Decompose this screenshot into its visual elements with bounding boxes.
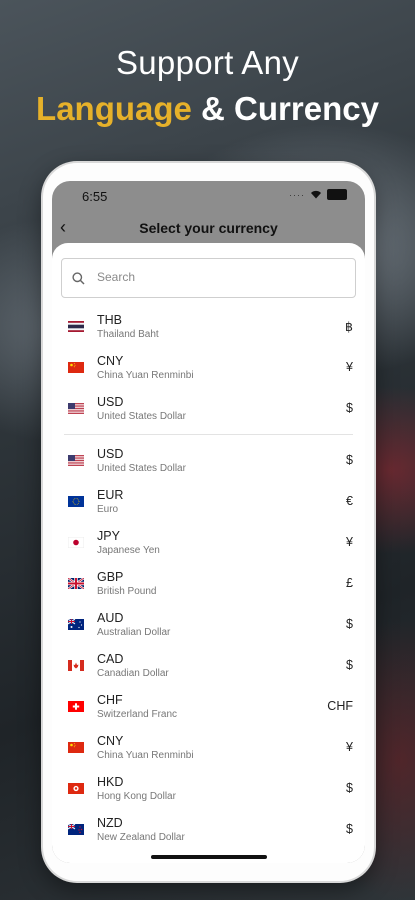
currency-row-thb[interactable]: THB Thailand Baht ฿ <box>52 307 365 347</box>
flag-nz-icon <box>68 824 84 835</box>
currency-code: CAD <box>97 652 124 666</box>
search-input[interactable] <box>95 269 319 285</box>
currency-symbol: $ <box>346 781 353 795</box>
currency-symbol: ¥ <box>346 535 353 549</box>
currency-row-eur[interactable]: EUR Euro € <box>52 482 365 522</box>
currency-row-nzd[interactable]: NZD New Zealand Dollar $ <box>52 810 365 850</box>
wifi-icon <box>311 190 321 199</box>
currency-code: USD <box>97 395 124 409</box>
currency-symbol: £ <box>346 576 353 590</box>
phone-frame: 6:55 ···· ‹ Select your currency THB Thai… <box>43 163 374 881</box>
currency-row-chf[interactable]: CHF Switzerland Franc CHF <box>52 687 365 727</box>
flag-eu-icon <box>68 496 84 507</box>
status-time: 6:55 <box>82 189 108 204</box>
currency-row-gbp[interactable]: GBP British Pound £ <box>52 564 365 604</box>
flag-cn-icon <box>68 362 84 373</box>
currency-code: THB <box>97 313 122 327</box>
currency-name: New Zealand Dollar <box>97 832 185 843</box>
currency-name: China Yuan Renminbi <box>97 750 194 761</box>
currency-code: AUD <box>97 611 124 625</box>
currency-symbol: ฿ <box>345 320 353 334</box>
currency-symbol: $ <box>346 453 353 467</box>
currency-code: USD <box>97 447 124 461</box>
currency-row-cny[interactable]: CNY China Yuan Renminbi ¥ <box>52 348 365 388</box>
flag-th-icon <box>68 321 84 332</box>
currency-name: Japanese Yen <box>97 545 160 556</box>
currency-name: Euro <box>97 504 119 515</box>
currency-name: United States Dollar <box>97 463 186 474</box>
currency-row-aud[interactable]: AUD Australian Dollar $ <box>52 605 365 645</box>
currency-name: Switzerland Franc <box>97 709 178 720</box>
search-box[interactable] <box>61 258 356 298</box>
currency-name: United States Dollar <box>97 411 186 422</box>
flag-us-icon <box>68 455 84 466</box>
app-screen: 6:55 ···· ‹ Select your currency THB Thai… <box>52 181 365 863</box>
currency-name: Thailand Baht <box>97 329 159 340</box>
status-icons: ···· <box>289 189 347 200</box>
search-icon <box>72 272 85 285</box>
currency-symbol: $ <box>346 658 353 672</box>
home-indicator <box>150 855 267 859</box>
currency-sheet: THB Thailand Baht ฿ CNY China Yuan Renminbi ¥… <box>52 243 365 863</box>
flag-ca-icon <box>68 660 84 671</box>
flag-cn-icon <box>68 742 84 753</box>
currency-row-usd[interactable]: USD United States Dollar $ <box>52 441 365 481</box>
headline-line-1: Support Any <box>115 44 300 81</box>
headline-line-2: Language & Currency <box>0 90 415 128</box>
currency-row-cad[interactable]: CAD Canadian Dollar $ <box>52 646 365 686</box>
section-divider <box>64 434 353 435</box>
currency-code: CHF <box>97 693 123 707</box>
currency-code: CNY <box>97 354 124 368</box>
flag-au-icon <box>68 619 84 630</box>
currency-symbol: ¥ <box>346 740 353 754</box>
currency-row-hkd[interactable]: HKD Hong Kong Dollar $ <box>52 769 365 809</box>
currency-row-cny[interactable]: CNY China Yuan Renminbi ¥ <box>52 728 365 768</box>
flag-hk-icon <box>68 783 84 794</box>
currency-code: CNY <box>97 734 124 748</box>
currency-symbol: ¥ <box>346 360 353 374</box>
currency-symbol: $ <box>346 822 353 836</box>
currency-name: British Pound <box>97 586 157 597</box>
flag-us-icon <box>68 403 84 414</box>
currency-code: EUR <box>97 488 124 502</box>
currency-symbol: CHF <box>327 699 353 713</box>
currency-code: JPY <box>97 529 120 543</box>
flag-gb-icon <box>68 578 84 589</box>
battery-icon <box>327 189 347 200</box>
currency-name: Canadian Dollar <box>97 668 169 679</box>
headline-highlight: Language <box>36 90 192 127</box>
headline-rest: & Currency <box>191 90 379 127</box>
currency-symbol: $ <box>346 401 353 415</box>
currency-row-usd[interactable]: USD United States Dollar $ <box>52 389 365 429</box>
signal-dots-icon: ···· <box>289 189 305 200</box>
flag-jp-icon <box>68 537 84 548</box>
nav-bar: ‹ Select your currency <box>52 217 365 241</box>
currency-row-jpy[interactable]: JPY Japanese Yen ¥ <box>52 523 365 563</box>
page-title: Select your currency <box>139 220 278 236</box>
currency-name: Australian Dollar <box>97 627 171 638</box>
currency-name: China Yuan Renminbi <box>97 370 194 381</box>
currency-code: HKD <box>97 775 124 789</box>
currency-name: Hong Kong Dollar <box>97 791 176 802</box>
currency-symbol: € <box>346 494 353 508</box>
flag-ch-icon <box>68 701 84 712</box>
currency-code: NZD <box>97 816 123 830</box>
currency-code: GBP <box>97 570 124 584</box>
currency-symbol: $ <box>346 617 353 631</box>
